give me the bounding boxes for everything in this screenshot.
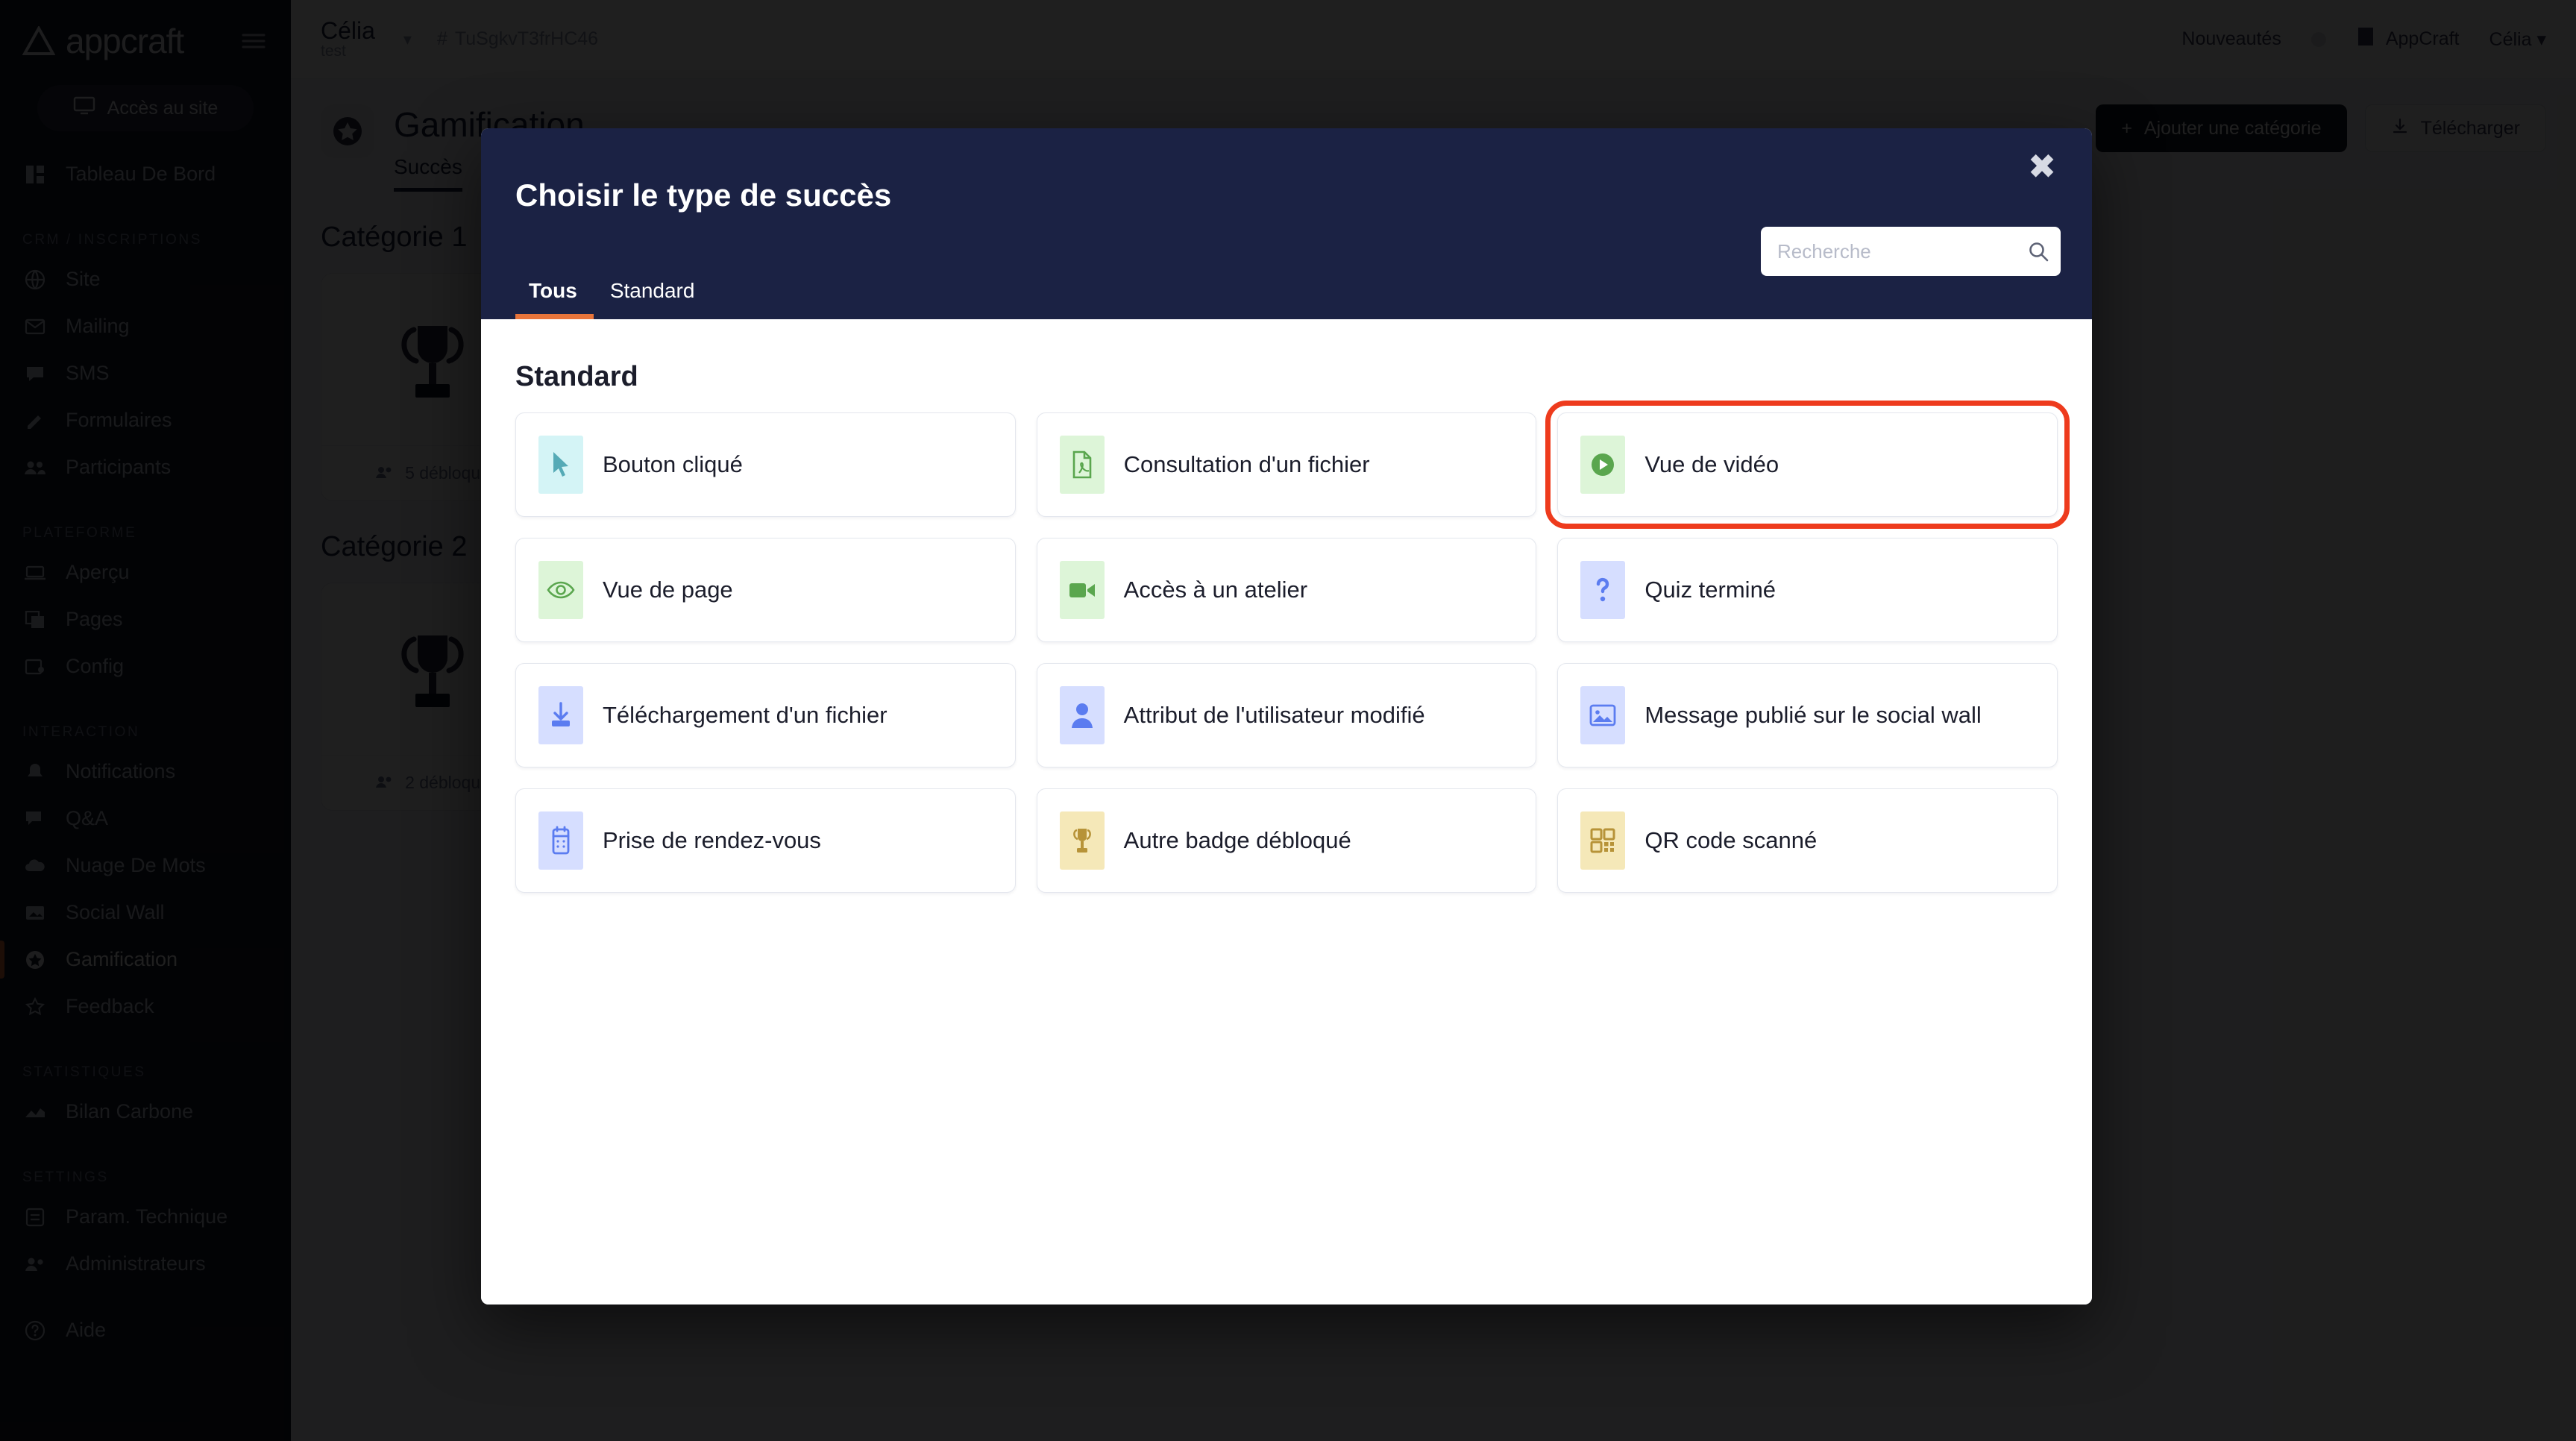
play-circle-icon xyxy=(1580,436,1626,494)
screen: appcraft Accès au site Tableau De Bord xyxy=(0,0,2576,1441)
tab-standard[interactable]: Standard xyxy=(594,279,711,319)
modal-header: Choisir le type de succès ✖ Tous Standar… xyxy=(481,128,2092,319)
pdf-file-icon xyxy=(1059,436,1105,494)
success-type-label: Téléchargement d'un fichier xyxy=(603,701,888,728)
search-icon[interactable] xyxy=(2027,240,2049,263)
trophy-icon xyxy=(1059,811,1105,870)
download-icon xyxy=(538,686,583,744)
modal-title: Choisir le type de succès xyxy=(515,178,892,213)
close-icon[interactable]: ✖ xyxy=(2020,145,2064,188)
success-type-label: Vue de page xyxy=(603,576,733,603)
success-type-card-prise-rendez-vous[interactable]: Prise de rendez-vous xyxy=(515,788,1016,893)
calendar-device-icon xyxy=(538,811,583,870)
search-box[interactable] xyxy=(1761,227,2061,276)
success-type-card-autre-badge-debloque[interactable]: Autre badge débloqué xyxy=(1036,788,1537,893)
success-type-grid: Bouton cliqué Consultation d'un fichier … xyxy=(515,401,2070,893)
success-type-card-vue-de-video[interactable]: Vue de vidéo xyxy=(1545,401,2070,529)
success-type-card-quiz-termine[interactable]: Quiz terminé xyxy=(1557,538,2058,642)
qr-code-icon xyxy=(1580,811,1626,870)
success-type-label: Bouton cliqué xyxy=(603,450,743,477)
success-type-card-bouton-clique[interactable]: Bouton cliqué xyxy=(515,412,1016,517)
success-type-card-message-social-wall[interactable]: Message publié sur le social wall xyxy=(1557,663,2058,767)
video-camera-icon xyxy=(1059,561,1105,619)
success-type-label: Autre badge débloqué xyxy=(1123,826,1351,853)
eye-icon xyxy=(538,561,583,619)
success-type-card-attribut-utilisateur[interactable]: Attribut de l'utilisateur modifié xyxy=(1036,663,1537,767)
success-type-card-qr-code-scanne[interactable]: QR code scanné xyxy=(1557,788,2058,893)
success-type-label: Message publié sur le social wall xyxy=(1644,701,1982,728)
success-type-card-acces-atelier[interactable]: Accès à un atelier xyxy=(1036,538,1537,642)
group-title: Standard xyxy=(515,361,638,392)
success-type-card-consultation-fichier[interactable]: Consultation d'un fichier xyxy=(1036,412,1537,517)
success-type-card-vue-de-page[interactable]: Vue de page xyxy=(515,538,1016,642)
image-icon xyxy=(1580,686,1626,744)
success-type-label: Accès à un atelier xyxy=(1123,576,1308,603)
success-type-label: Attribut de l'utilisateur modifié xyxy=(1123,701,1425,728)
tab-tous[interactable]: Tous xyxy=(515,279,594,319)
question-mark-icon xyxy=(1580,561,1626,619)
cursor-icon xyxy=(538,436,583,494)
success-type-label: QR code scanné xyxy=(1644,826,1818,853)
success-type-label: Quiz terminé xyxy=(1644,576,1777,603)
choose-success-type-modal: Choisir le type de succès ✖ Tous Standar… xyxy=(481,128,2092,1305)
modal-body: Standard Bouton cliqué Consultation d'un… xyxy=(481,319,2092,1305)
search-input[interactable] xyxy=(1777,239,2027,263)
success-type-label: Vue de vidéo xyxy=(1644,450,1779,477)
modal-tabs: Tous Standard xyxy=(515,279,711,319)
success-type-label: Prise de rendez-vous xyxy=(603,826,821,853)
success-type-card-telechargement-fichier[interactable]: Téléchargement d'un fichier xyxy=(515,663,1016,767)
success-type-label: Consultation d'un fichier xyxy=(1123,450,1370,477)
user-icon xyxy=(1059,686,1105,744)
